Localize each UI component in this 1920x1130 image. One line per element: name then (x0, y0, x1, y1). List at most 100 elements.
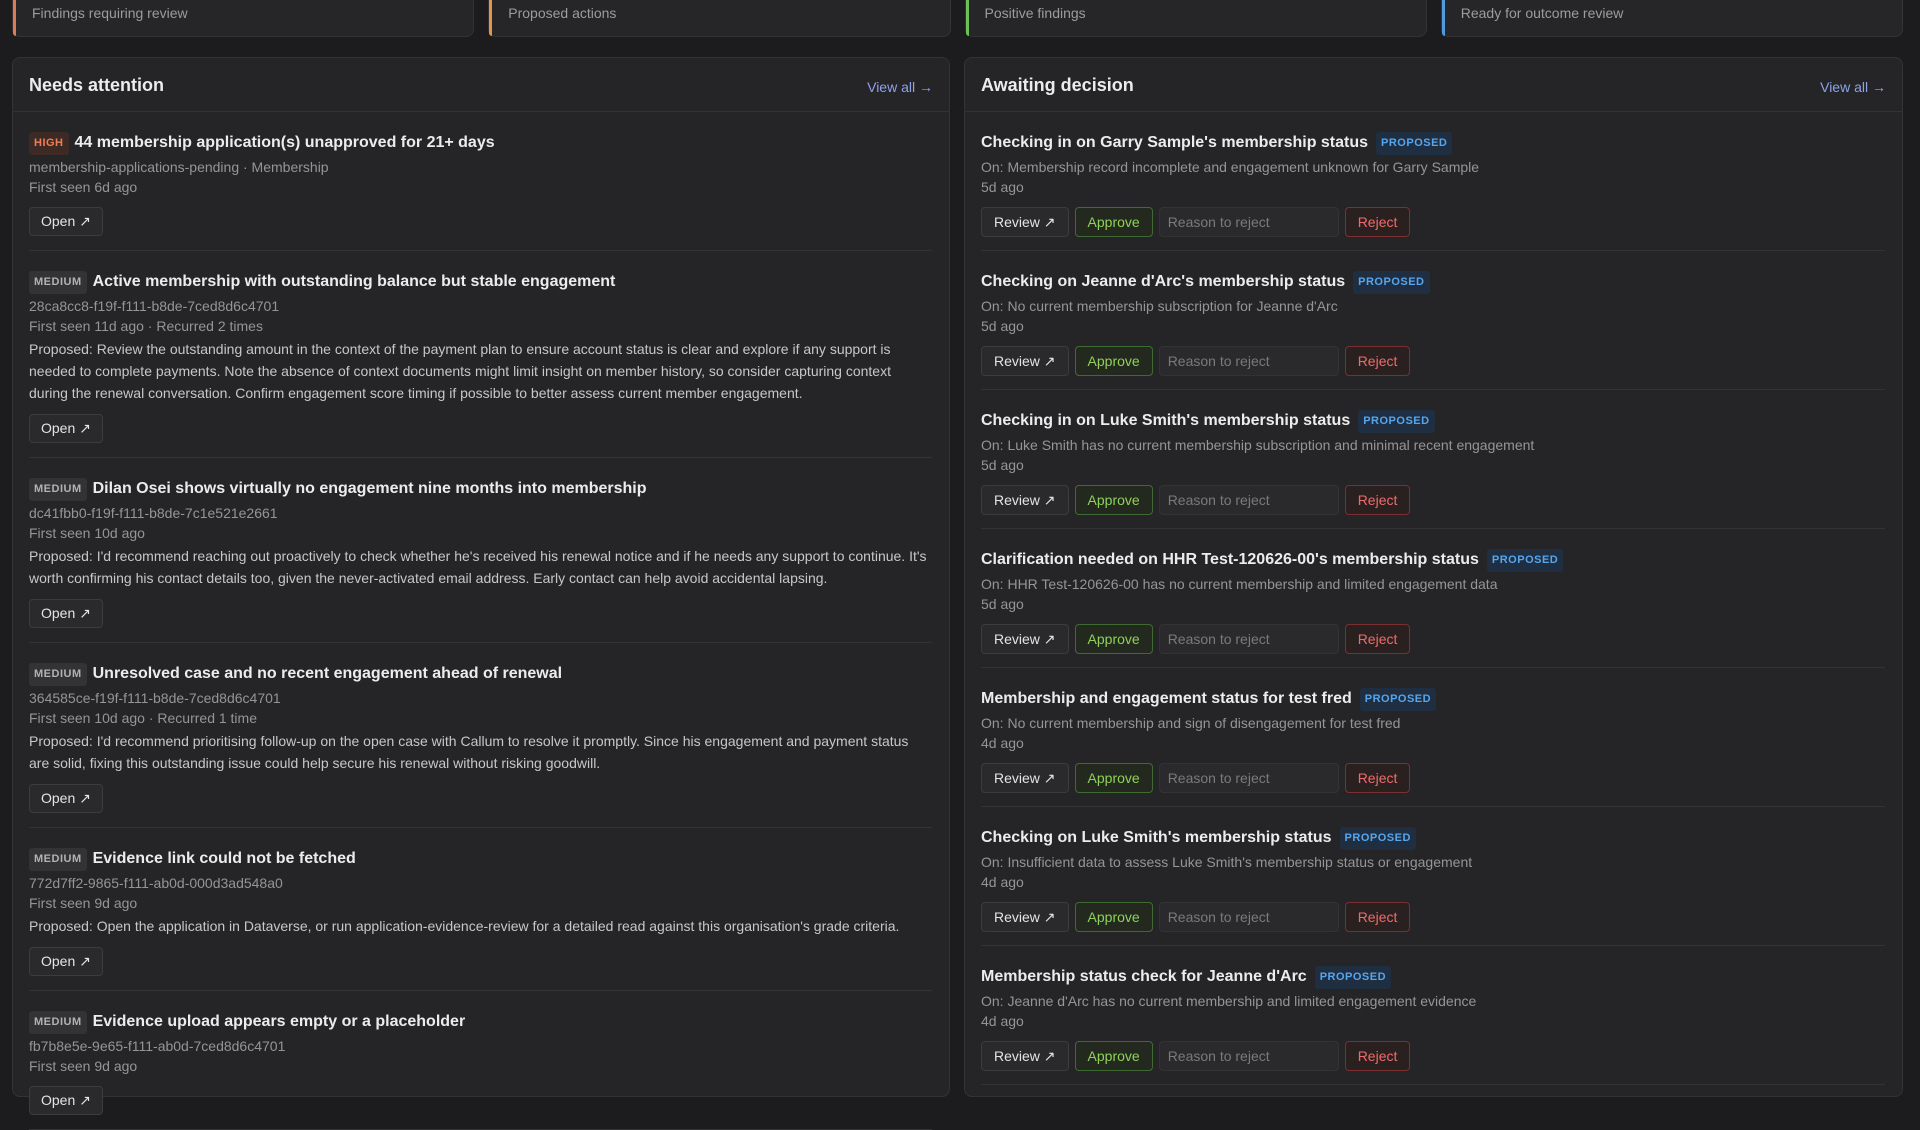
finding-item: MEDIUM Active membership with outstanding… (29, 251, 932, 458)
reject-button[interactable]: Reject (1344, 207, 1411, 237)
action-age: 5d ago (981, 318, 1024, 334)
approve-button[interactable]: Approve (1074, 346, 1153, 376)
review-button[interactable]: Review ↗ (981, 1041, 1069, 1071)
view-all-link[interactable]: View all → (1820, 79, 1886, 95)
finding-title: Dilan Osei shows virtually no engagement… (92, 480, 647, 497)
severity-badge: MEDIUM (29, 848, 87, 871)
finding-title: 44 membership application(s) unapproved … (74, 134, 495, 151)
stat-card: Proposed actions (488, 0, 951, 37)
action-title: Checking in on Garry Sample's membership… (981, 134, 1369, 151)
reject-button[interactable]: Reject (1344, 902, 1411, 932)
reject-reason-input[interactable] (1158, 902, 1339, 932)
finding-title-row: HIGH 44 membership application(s) unappro… (29, 132, 932, 155)
finding-meta: 772d7ff2-9865-f111-ab0d-000d3ad548a0 (29, 875, 283, 891)
finding-title-row: MEDIUM Unresolved case and no recent enga… (29, 663, 932, 686)
action-age: 4d ago (981, 874, 1024, 890)
approve-button[interactable]: Approve (1074, 207, 1153, 237)
panel-header: Needs attention View all → (13, 58, 949, 112)
review-button[interactable]: Review ↗ (981, 902, 1069, 932)
action-on: On: Jeanne d'Arc has no current membersh… (981, 993, 1477, 1009)
review-button[interactable]: Review ↗ (981, 763, 1069, 793)
action-title: Clarification needed on HHR Test-120626-… (981, 551, 1479, 568)
proposed-badge: PROPOSED (1359, 688, 1437, 711)
open-button[interactable]: Open ↗ (29, 414, 103, 443)
approve-button[interactable]: Approve (1074, 763, 1153, 793)
stat-card: Findings requiring review (12, 0, 475, 37)
review-button[interactable]: Review ↗ (981, 207, 1069, 237)
approve-button[interactable]: Approve (1074, 1041, 1153, 1071)
review-button[interactable]: Review ↗ (981, 624, 1069, 654)
action-on: On: Membership record incomplete and eng… (981, 159, 1480, 175)
reject-reason-input[interactable] (1158, 624, 1339, 654)
action-age: 4d ago (981, 735, 1024, 751)
reject-button[interactable]: Reject (1344, 763, 1411, 793)
finding-meta: membership-applications-pending · Member… (29, 159, 329, 175)
reject-reason-input[interactable] (1158, 346, 1339, 376)
open-button[interactable]: Open ↗ (29, 1086, 103, 1115)
finding-title-row: MEDIUM Evidence link could not be fetched (29, 848, 932, 871)
severity-badge: MEDIUM (29, 663, 87, 686)
finding-proposed: Proposed: I'd recommend prioritising fol… (29, 733, 909, 771)
panel-title: Awaiting decision (981, 75, 1134, 95)
reject-reason-input[interactable] (1158, 485, 1339, 515)
action-on: On: No current membership and sign of di… (981, 715, 1401, 731)
stat-label: Findings requiring review (32, 5, 188, 21)
reject-button[interactable]: Reject (1344, 485, 1411, 515)
finding-first-seen: First seen 6d ago (29, 179, 138, 195)
action-title: Checking on Luke Smith's membership stat… (981, 829, 1332, 846)
needs-attention-panel: Needs attention View all → HIGH 44 member… (12, 57, 950, 1130)
view-all-link[interactable]: View all → (867, 79, 933, 95)
finding-meta: 28ca8cc8-f19f-f111-b8de-7ced8d6c4701 (29, 298, 280, 314)
action-buttons: Review ↗Approve Reject (981, 346, 1885, 376)
action-item: Clarification needed on HHR Test-120626-… (981, 529, 1885, 668)
reject-button[interactable]: Reject (1344, 346, 1411, 376)
proposed-badge: PROPOSED (1353, 271, 1430, 294)
action-title: Checking in on Luke Smith's membership s… (981, 412, 1351, 429)
awaiting-decision-panel: Awaiting decision View all → Checking in… (964, 57, 1903, 1097)
approve-button[interactable]: Approve (1074, 902, 1153, 932)
approve-button[interactable]: Approve (1074, 485, 1153, 515)
stats-row: Findings requiring review Proposed action… (12, 0, 1903, 37)
reject-reason-input[interactable] (1158, 763, 1339, 793)
stat-label: Ready for outcome review (1460, 5, 1624, 21)
action-title: Membership and engagement status for tes… (981, 690, 1352, 707)
finding-meta: 364585ce-f19f-f111-b8de-7ced8d6c4701 (29, 690, 281, 706)
finding-meta: dc41fbb0-f19f-f111-b8de-7c1e521e2661 (29, 505, 278, 521)
finding-item: MEDIUM Evidence upload appears empty or a… (29, 991, 932, 1130)
action-item: Membership status check for Jeanne d'Arc… (981, 946, 1885, 1085)
open-button[interactable]: Open ↗ (29, 599, 103, 628)
action-item: Checking on Luke Smith's membership stat… (981, 807, 1885, 946)
review-button[interactable]: Review ↗ (981, 485, 1069, 515)
action-buttons: Review ↗Approve Reject (981, 763, 1885, 793)
finding-proposed: Proposed: I'd recommend reaching out pro… (29, 548, 927, 586)
action-age: 5d ago (981, 596, 1024, 612)
findings-list: HIGH 44 membership application(s) unappro… (13, 112, 949, 1130)
action-on: On: Luke Smith has no current membership… (981, 437, 1535, 453)
finding-meta: fb7b8e5e-9e65-f111-ab0d-7ced8d6c4701 (29, 1038, 286, 1054)
finding-title-row: MEDIUM Evidence upload appears empty or a… (29, 1011, 932, 1034)
reject-reason-input[interactable] (1158, 207, 1339, 237)
finding-first-seen: First seen 11d ago · Recurred 2 times (29, 318, 263, 334)
reject-reason-input[interactable] (1158, 1041, 1339, 1071)
reject-button[interactable]: Reject (1344, 1041, 1411, 1071)
panel-header: Awaiting decision View all → (965, 58, 1902, 112)
action-item: Checking in on Garry Sample's membership… (981, 112, 1885, 251)
open-button[interactable]: Open ↗ (29, 784, 103, 813)
severity-badge: HIGH (29, 132, 69, 155)
finding-proposed: Proposed: Review the outstanding amount … (29, 341, 891, 401)
action-age: 4d ago (981, 1013, 1024, 1029)
reject-button[interactable]: Reject (1344, 624, 1411, 654)
action-title-row: Checking on Jeanne d'Arc's membership st… (981, 271, 1885, 294)
action-on: On: Insufficient data to assess Luke Smi… (981, 854, 1473, 870)
approve-button[interactable]: Approve (1074, 624, 1153, 654)
action-buttons: Review ↗Approve Reject (981, 902, 1885, 932)
finding-proposed: Proposed: Open the application in Datave… (29, 918, 900, 934)
open-button[interactable]: Open ↗ (29, 947, 103, 976)
open-button[interactable]: Open ↗ (29, 207, 103, 236)
action-buttons: Review ↗Approve Reject (981, 624, 1885, 654)
finding-first-seen: First seen 9d ago (29, 895, 138, 911)
action-item: Checking on Jeanne d'Arc's membership st… (981, 251, 1885, 390)
finding-first-seen: First seen 10d ago (29, 525, 145, 541)
review-button[interactable]: Review ↗ (981, 346, 1069, 376)
action-title-row: Membership and engagement status for tes… (981, 688, 1885, 711)
